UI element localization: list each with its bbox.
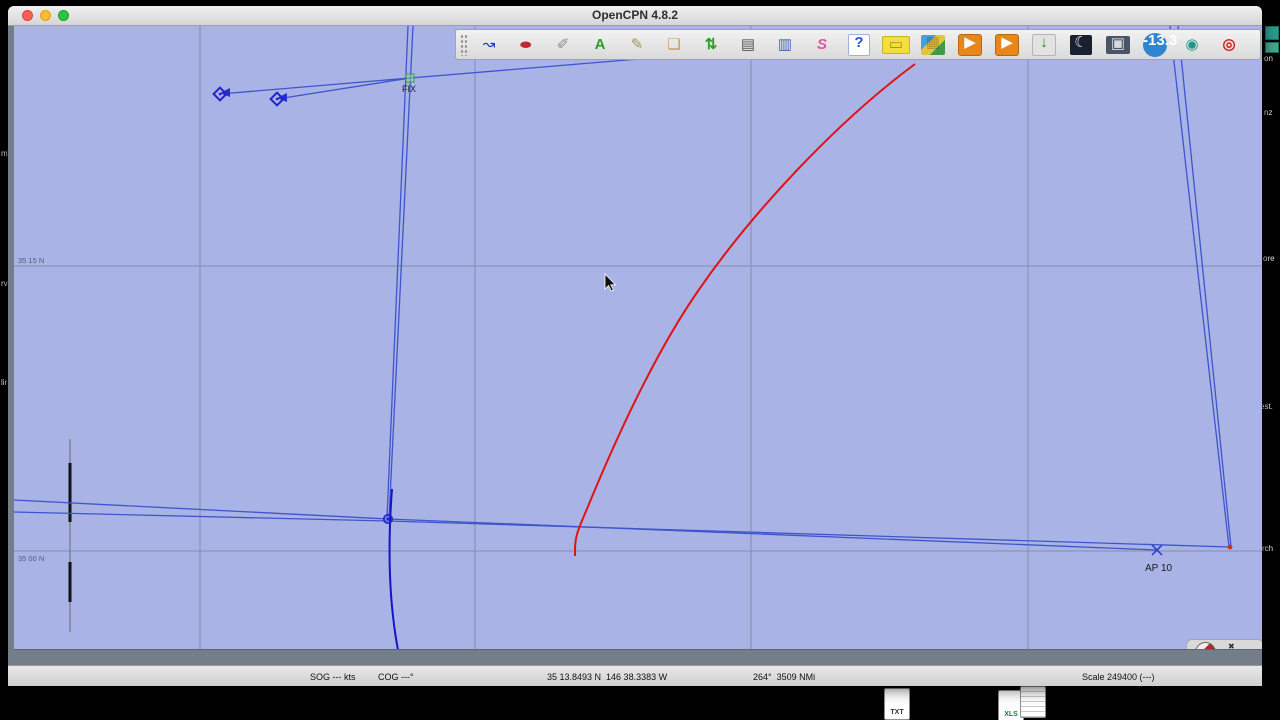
minimize-button[interactable] — [40, 10, 51, 21]
measure-icon[interactable]: ▭ — [878, 32, 914, 58]
desktop-file-label-fragment: on — [1264, 54, 1273, 63]
waypoint-diamond[interactable] — [212, 86, 285, 107]
mouse-cursor — [604, 273, 617, 292]
cursor-position-readout: 35 13.8493 N 146 38.3383 W — [547, 672, 668, 682]
desktop-file-label-fragment: lir — [1, 378, 8, 387]
fix-waypoint-label: FIX — [402, 84, 416, 94]
desktop-icon-fragment[interactable] — [1265, 42, 1279, 53]
mob-icon[interactable]: ◎ — [1211, 32, 1247, 58]
main-toolbar: ↝ ● ✐ A ✎ ❏ ⇅ ▤ ▥ S ? ▭ ▦ ▶ ▶ ↓ ☾ ▣ -13.… — [455, 29, 1261, 60]
desktop-file-label-fragment: rch — [1262, 544, 1274, 553]
chart-canvas[interactable]: 35 15 N 35 00 N FIX AP 10 ↝ ● ✐ A ✎ ❏ ⇅ … — [14, 26, 1262, 666]
close-button[interactable] — [22, 10, 33, 21]
txt-file-label: TXT — [890, 709, 904, 716]
traffic-lights — [22, 10, 69, 21]
route-manager-icon[interactable]: ▥ — [767, 32, 803, 58]
auto-follow-icon[interactable]: ● — [508, 32, 544, 58]
desktop-file-label-fragment: ore — [1263, 254, 1275, 263]
graticule-grid — [14, 26, 1262, 651]
chart-edge-band — [14, 649, 1262, 666]
chart-graphics: 35 15 N 35 00 N FIX AP 10 — [14, 26, 1262, 651]
print-icon[interactable]: ▤ — [730, 32, 766, 58]
enc-text-icon[interactable]: A — [582, 32, 618, 58]
desktop-file-label-fragment: nz — [1264, 108, 1273, 117]
route-end-mark — [1227, 544, 1233, 550]
celestial-nav-icon[interactable]: ☾ — [1063, 32, 1099, 58]
tides-icon[interactable]: ⇅ — [693, 32, 729, 58]
opencpn-window: OpenCPN 4.8.2 35 15 N 35 00 N FIX AP 10 … — [8, 6, 1262, 686]
txt-file-icon[interactable]: TXT — [884, 688, 910, 720]
latitude-label: 35 15 N — [18, 256, 44, 265]
wmm-variation-icon[interactable]: -13.3 — [1137, 32, 1177, 58]
window-title: OpenCPN 4.8.2 — [591, 8, 679, 22]
settings-icon[interactable]: ✐ — [545, 32, 581, 58]
fix-waypoint[interactable]: FIX — [402, 73, 416, 94]
toolbar-grip[interactable] — [460, 33, 467, 56]
sog-readout: SOG --- kts — [310, 672, 356, 682]
chart-downloader-icon[interactable]: ▦ — [915, 32, 951, 58]
red-route-line[interactable] — [574, 63, 916, 556]
create-route-icon[interactable]: ↝ — [471, 32, 507, 58]
currents-icon[interactable]: ❏ — [656, 32, 692, 58]
grib-icon[interactable]: ▶ — [952, 32, 988, 58]
document-file-icon[interactable] — [1020, 686, 1046, 718]
ap10-waypoint-label: AP 10 — [1145, 563, 1172, 574]
globe-plugin-icon[interactable]: ◉ — [1174, 32, 1210, 58]
snapshot-icon[interactable]: ▣ — [1100, 32, 1136, 58]
logbook-icon[interactable]: ▶ — [989, 32, 1025, 58]
zoom-button[interactable] — [58, 10, 69, 21]
ais-targets-icon[interactable]: ✎ — [619, 32, 655, 58]
help-icon[interactable]: ? — [841, 32, 877, 58]
tracks-icon[interactable]: S — [804, 32, 840, 58]
route-line[interactable] — [14, 26, 1232, 551]
desktop-icon-fragment[interactable] — [1265, 26, 1279, 40]
latitude-label: 35 00 N — [18, 554, 44, 563]
titlebar[interactable]: OpenCPN 4.8.2 — [8, 6, 1262, 26]
download-icon[interactable]: ↓ — [1026, 32, 1062, 58]
status-bar: SOG --- kts COG ---° 35 13.8493 N 146 38… — [8, 665, 1262, 686]
screen: mW rvi lir on nz ore est. rch TXT XLS Op… — [0, 0, 1280, 720]
track-line[interactable] — [388, 488, 399, 651]
cursor-bearing-readout: 264° 3509 NMi — [753, 672, 816, 682]
chart-scale-readout: Scale 249400 (---) — [1082, 672, 1155, 682]
cog-readout: COG ---° — [378, 672, 414, 682]
